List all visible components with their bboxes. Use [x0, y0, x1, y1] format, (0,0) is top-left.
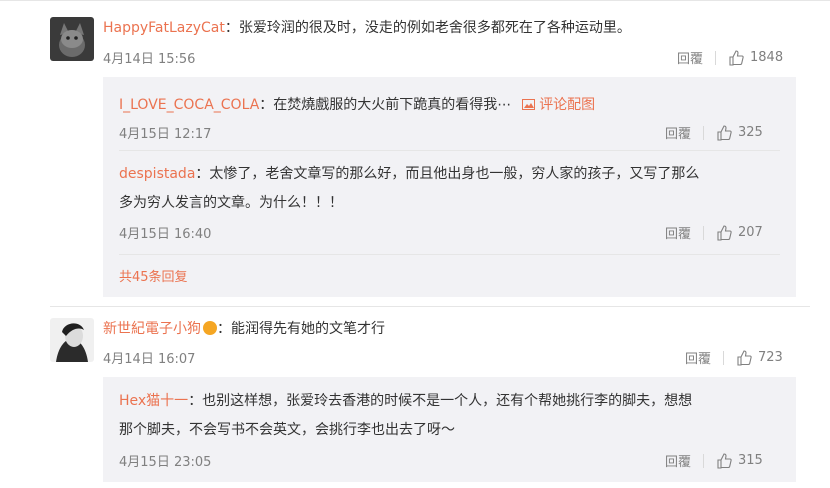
action-separator [703, 453, 705, 468]
reply-divider [119, 254, 780, 255]
username-link[interactable]: Hex猫十一 [119, 393, 188, 409]
reply-actions: 回覆 315 [665, 451, 763, 470]
comment-actions: 回覆 1848 [677, 48, 783, 67]
like-button[interactable]: 325 [716, 124, 763, 141]
username-link[interactable]: HappyFatLazyCat [103, 20, 225, 36]
like-button[interactable]: 315 [716, 452, 763, 469]
timestamp: 4月15日 16:40 [119, 227, 212, 242]
reply-button[interactable]: 回覆 [665, 223, 691, 242]
timestamp: 4月14日 16:07 [103, 352, 196, 367]
user-avatar-icon [50, 318, 94, 362]
reply-text: Hex猫十一：也别这样想，张爱玲去香港的时候不是一个人，还有个帮她挑行李的脚夫，… [119, 393, 693, 409]
vip-badge-icon [203, 321, 217, 335]
cat-avatar-icon [50, 17, 94, 61]
top-divider [0, 0, 830, 1]
comment-divider [50, 306, 810, 307]
thumbs-up-icon [717, 452, 732, 469]
action-separator [703, 125, 705, 140]
like-count: 325 [738, 125, 763, 140]
thumbs-up-icon [717, 124, 732, 141]
thumbs-up-icon [717, 224, 732, 241]
username-link[interactable]: despistada [119, 166, 195, 182]
username-link[interactable]: 新世紀電子小狗 [103, 321, 201, 337]
reply-button[interactable]: 回覆 [685, 348, 711, 367]
thumbs-up-icon [729, 49, 744, 66]
timestamp: 4月15日 23:05 [119, 455, 212, 470]
reply-text-continued: 多为穷人发言的文章。为什么！！！ [119, 195, 343, 211]
like-count: 1848 [750, 50, 784, 65]
like-count: 723 [758, 350, 783, 365]
reply-actions: 回覆 325 [665, 123, 763, 142]
comment-actions: 回覆 723 [685, 348, 783, 367]
like-count: 207 [738, 225, 763, 240]
action-separator [703, 225, 705, 240]
more-replies-link[interactable]: 共45条回复 [119, 266, 188, 285]
timestamp: 4月15日 12:17 [119, 127, 212, 142]
reply-button[interactable]: 回覆 [665, 123, 691, 142]
comment-text: 新世紀電子小狗 ：能润得先有她的文笔才行 [103, 321, 385, 337]
reply-divider [119, 150, 780, 151]
reply-text: despistada：太惨了，老舍文章写的那么好，而且他出身也一般，穷人家的孩子… [119, 166, 700, 182]
reply-button[interactable]: 回覆 [665, 451, 691, 470]
reply-text: I_LOVE_COCA_COLA：在焚燒戲服的大火前下跪真的看得我⋯ 评论配图 [119, 97, 596, 113]
image-icon [521, 99, 535, 110]
thumbs-up-icon [737, 349, 752, 366]
action-separator [723, 350, 725, 365]
reply-actions: 回覆 207 [665, 223, 763, 242]
avatar[interactable] [50, 17, 94, 61]
timestamp: 4月14日 15:56 [103, 52, 196, 67]
reply-button[interactable]: 回覆 [677, 48, 703, 67]
avatar[interactable] [50, 318, 94, 362]
username-link[interactable]: I_LOVE_COCA_COLA [119, 97, 259, 113]
like-button[interactable]: 723 [736, 349, 783, 366]
like-button[interactable]: 207 [716, 224, 763, 241]
like-count: 315 [738, 453, 763, 468]
like-button[interactable]: 1848 [728, 49, 784, 66]
action-separator [715, 50, 717, 65]
comment-image-link[interactable]: 评论配图 [521, 97, 595, 113]
comment-text: HappyFatLazyCat：张爱玲润的很及时，没走的例如老舍很多都死在了各种… [103, 20, 631, 36]
reply-text-continued: 那个脚夫，不会写书不会英文，会挑行李也出去了呀～ [119, 422, 455, 438]
